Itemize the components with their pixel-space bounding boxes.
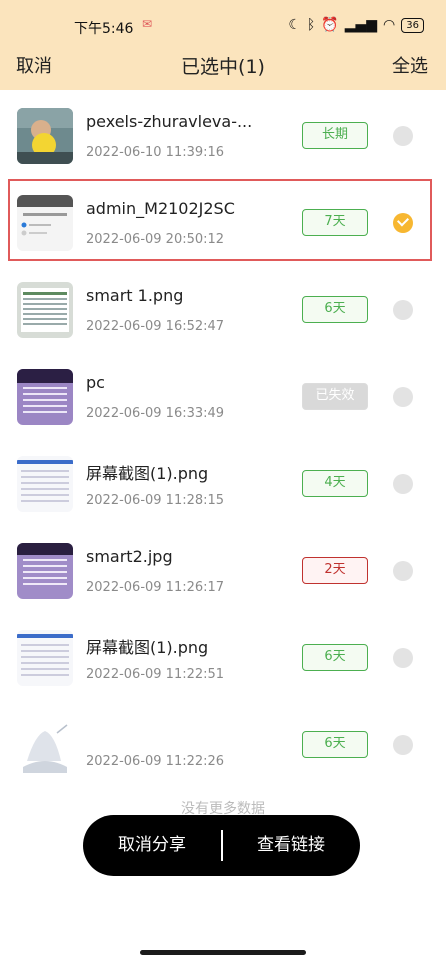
list-item[interactable]: smart2.jpg 2022-06-09 11:26:17 2天	[0, 525, 446, 612]
list-item[interactable]: 屏幕截图(1).png 2022-06-09 11:28:15 4天	[0, 438, 446, 525]
header: 取消 已选中(1) 全选	[0, 50, 446, 80]
signal-icon: ▂▄▆	[344, 17, 378, 33]
item-date: 2022-06-09 11:22:26	[86, 754, 225, 769]
validity-badge: 7天	[302, 209, 368, 236]
list-item[interactable]: admin_M2102J2SC 2022-06-09 20:50:12 7天	[0, 177, 446, 264]
select-radio[interactable]	[393, 648, 413, 668]
notification-icon: ✉	[142, 17, 153, 31]
status-bar: 下午5:46 ✉ ☾ ᛒ ⏰ ▂▄▆ ◠ 36	[0, 0, 446, 50]
thumbnail-image	[17, 195, 73, 251]
thumbnail-image	[17, 282, 73, 338]
status-icons: ☾ ᛒ ⏰ ▂▄▆ ◠ 36	[288, 17, 424, 33]
list-item[interactable]: 屏幕截图(1).png 2022-06-09 11:22:51 6天	[0, 612, 446, 699]
list-item[interactable]: pc 2022-06-09 16:33:49 已失效	[0, 351, 446, 438]
wifi-icon: ◠	[383, 17, 396, 33]
action-bar: 取消分享 查看链接	[83, 815, 360, 876]
moon-icon: ☾	[288, 17, 301, 33]
list-item[interactable]: 2022-06-09 11:22:26 6天	[0, 699, 446, 786]
validity-badge: 长期	[302, 122, 368, 149]
page-title: 已选中(1)	[181, 56, 265, 78]
item-date: 2022-06-09 16:33:49	[86, 406, 225, 421]
bluetooth-icon: ᛒ	[306, 17, 316, 33]
thumbnail-image	[17, 108, 73, 164]
select-radio[interactable]	[393, 126, 413, 146]
item-name: 屏幕截图(1).png	[86, 638, 209, 657]
select-radio[interactable]	[393, 474, 413, 494]
item-date: 2022-06-09 11:28:15	[86, 493, 225, 508]
item-date: 2022-06-09 11:26:17	[86, 580, 225, 595]
item-date: 2022-06-09 11:22:51	[86, 667, 225, 682]
thumbnail-image	[17, 543, 73, 599]
item-name: pc	[86, 373, 105, 392]
validity-badge: 6天	[302, 644, 368, 671]
item-name: 屏幕截图(1).png	[86, 464, 209, 483]
validity-badge: 6天	[302, 731, 368, 758]
thumbnail-image	[17, 630, 73, 686]
validity-badge: 6天	[302, 296, 368, 323]
item-name: admin_M2102J2SC	[86, 199, 235, 218]
top-bar: 下午5:46 ✉ ☾ ᛒ ⏰ ▂▄▆ ◠ 36 取消 已选中(1) 全选	[0, 0, 446, 90]
thumbnail-image	[17, 456, 73, 512]
select-radio[interactable]	[393, 387, 413, 407]
thumbnail-image	[17, 717, 73, 773]
alarm-icon: ⏰	[321, 17, 339, 33]
item-date: 2022-06-10 11:39:16	[86, 145, 225, 160]
validity-badge: 已失效	[302, 383, 368, 410]
select-radio-checked[interactable]	[393, 213, 413, 233]
cancel-share-button[interactable]: 取消分享	[83, 815, 221, 876]
select-radio[interactable]	[393, 561, 413, 581]
status-time: 下午5:46	[74, 21, 134, 37]
battery-icon: 36	[401, 17, 424, 33]
validity-badge: 2天	[302, 557, 368, 584]
select-all-button[interactable]: 全选	[392, 52, 428, 78]
item-name: pexels-zhuravleva-...	[86, 112, 253, 131]
thumbnail-image	[17, 369, 73, 425]
item-name: smart 1.png	[86, 286, 184, 305]
list-item[interactable]: pexels-zhuravleva-... 2022-06-10 11:39:1…	[0, 90, 446, 177]
home-indicator[interactable]	[140, 950, 306, 955]
select-radio[interactable]	[393, 300, 413, 320]
select-radio[interactable]	[393, 735, 413, 755]
item-date: 2022-06-09 20:50:12	[86, 232, 225, 247]
view-link-button[interactable]: 查看链接	[222, 815, 360, 876]
item-name: smart2.jpg	[86, 547, 173, 566]
list-item[interactable]: smart 1.png 2022-06-09 16:52:47 6天	[0, 264, 446, 351]
validity-badge: 4天	[302, 470, 368, 497]
item-date: 2022-06-09 16:52:47	[86, 319, 225, 334]
